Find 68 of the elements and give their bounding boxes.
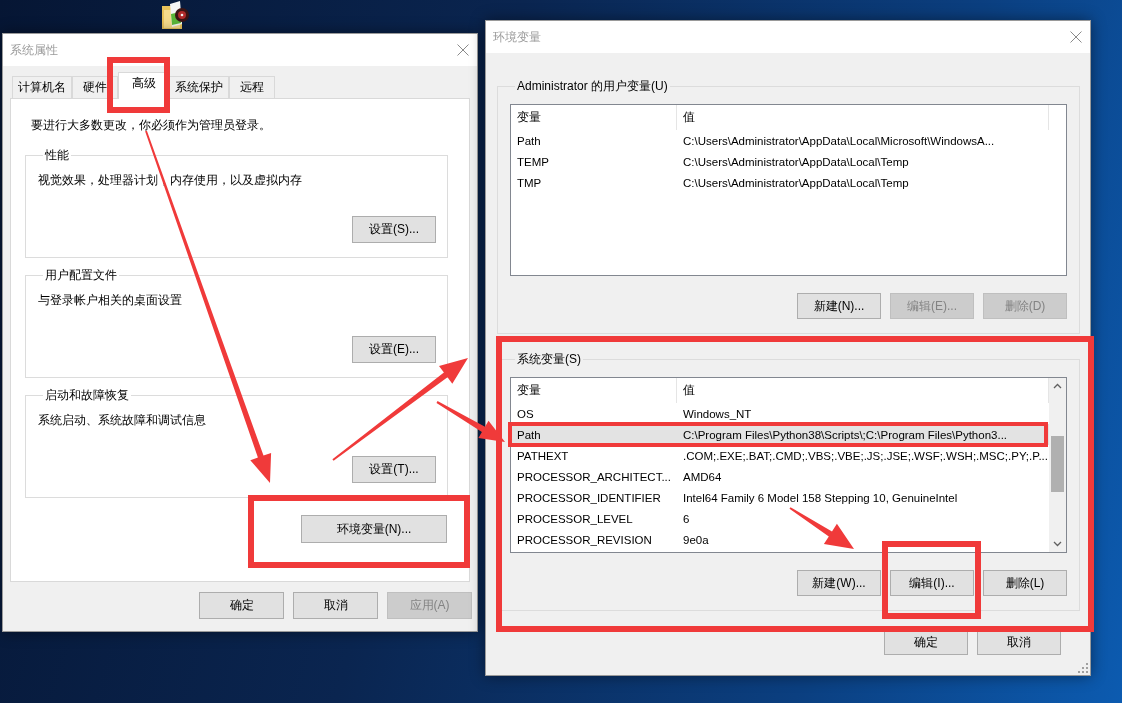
- variable-name: PATHEXT: [517, 448, 569, 463]
- tab[interactable]: 计算机名: [12, 76, 72, 98]
- variables-list[interactable]: 变量 值 Path C:\Users\Administrator\AppData\Local\Microsoft\WindowsA... TEMP C:\Users\Administrator\AppData\Local\Temp TMP C:\Users\Administrator\AppData\Local\Temp: [510, 104, 1067, 276]
- dialog-button[interactable]: 新建(N)...: [797, 293, 881, 319]
- close-icon: [457, 44, 469, 56]
- list-row[interactable]: OS Windows_NT: [511, 403, 1049, 424]
- variable-value: Windows_NT: [683, 406, 752, 421]
- variable-name: PROCESSOR_IDENTIFIER: [517, 490, 661, 505]
- variable-value: 9e0a: [683, 532, 709, 547]
- variable-name: Path: [517, 133, 541, 148]
- group-title: 启动和故障恢复: [44, 387, 130, 403]
- variable-value: C:\Users\Administrator\AppData\Local\Temp: [683, 175, 909, 190]
- list-row[interactable]: TEMP C:\Users\Administrator\AppData\Local\Temp: [511, 151, 1049, 172]
- dialog-button[interactable]: 新建(W)...: [797, 570, 881, 596]
- dialog-button[interactable]: 删除(L): [983, 570, 1067, 596]
- annotation-frame: [107, 57, 170, 113]
- column-header[interactable]: 变量: [511, 378, 677, 403]
- variables-list[interactable]: [510, 377, 1067, 553]
- variable-value: 6: [683, 511, 690, 526]
- group-description: 视觉效果，处理器计划，内存使用，以及虚拟内存: [38, 172, 302, 188]
- tab[interactable]: 系统保护: [169, 76, 229, 98]
- annotation-arrow: [789, 507, 854, 549]
- close-button[interactable]: [457, 44, 469, 56]
- variable-name: TEMP: [517, 154, 549, 169]
- group-title: 用户配置文件: [44, 267, 118, 283]
- list-row[interactable]: PROCESSOR_IDENTIFIER Intel64 Family 6 Model 158 Stepping 10, GenuineIntel: [511, 487, 1049, 508]
- group-description: 与登录帐户相关的桌面设置: [38, 292, 182, 308]
- close-icon: [1070, 31, 1082, 43]
- dialog-button[interactable]: 取消: [293, 592, 378, 619]
- variable-value: C:\Program Files\Python38\Scripts\;C:\Program Files\Python3...: [683, 427, 1008, 442]
- settings-button[interactable]: 设置(S)...: [352, 216, 436, 243]
- scrollbar[interactable]: [1049, 378, 1066, 552]
- list-row[interactable]: PATHEXT .COM;.EXE;.BAT;.CMD;.VBS;.VBE;.JS;.JSE;.WSF;.WSH;.MSC;.PY;.P...: [511, 445, 1049, 466]
- variable-value: .COM;.EXE;.BAT;.CMD;.VBS;.VBE;.JS;.JSE;.WSF;.WSH;.MSC;.PY;.P...: [683, 448, 1048, 463]
- window-title: 系统属性: [10, 41, 58, 59]
- settings-button[interactable]: 设置(E)...: [352, 336, 436, 363]
- folder-icon[interactable]: [160, 0, 190, 30]
- dialog-button[interactable]: 确定: [199, 592, 284, 619]
- column-header[interactable]: 值: [677, 105, 1049, 130]
- variable-value: C:\Users\Administrator\AppData\Local\Temp: [683, 154, 909, 169]
- notice-text: 要进行大多数更改，你必须作为管理员登录。: [31, 117, 271, 133]
- group-description: 系统启动、系统故障和调试信息: [38, 412, 206, 428]
- list-row[interactable]: PROCESSOR_REVISION 9e0a: [511, 529, 1049, 550]
- variable-name: Path: [517, 427, 541, 442]
- list-row[interactable]: TMP C:\Users\Administrator\AppData\Local\Temp: [511, 172, 1049, 193]
- tab[interactable]: 远程: [229, 76, 275, 98]
- group-title: Administrator 的用户变量(U): [516, 78, 669, 94]
- variable-name: PROCESSOR_ARCHITECT...: [517, 469, 671, 484]
- list-row[interactable]: PROCESSOR_LEVEL 6: [511, 508, 1049, 529]
- variable-value: Intel64 Family 6 Model 158 Stepping 10, GenuineIntel: [683, 490, 958, 505]
- variable-value: AMD64: [683, 469, 722, 484]
- group-title: 系统变量(S): [516, 351, 582, 367]
- scrollbar-thumb[interactable]: [1051, 436, 1064, 492]
- resize-grip-icon[interactable]: [1078, 663, 1088, 673]
- variable-name: PROCESSOR_REVISION: [517, 532, 652, 547]
- variable-value: C:\Users\Administrator\AppData\Local\Microsoft\WindowsA...: [683, 133, 995, 148]
- close-button[interactable]: [1070, 31, 1082, 43]
- list-row[interactable]: PROCESSOR_ARCHITECT... AMD64: [511, 466, 1049, 487]
- settings-button[interactable]: 设置(T)...: [352, 456, 436, 483]
- group-title: 性能: [44, 147, 70, 163]
- window-title: 环境变量: [493, 28, 541, 46]
- variable-name: TMP: [517, 175, 542, 190]
- list-row[interactable]: Path C:\Users\Administrator\AppData\Local\Microsoft\WindowsA...: [511, 130, 1049, 151]
- variable-name: PROCESSOR_LEVEL: [517, 511, 633, 526]
- variable-name: OS: [517, 406, 534, 421]
- column-header[interactable]: 变量: [511, 105, 677, 130]
- dialog-button[interactable]: 编辑(I)...: [890, 570, 974, 596]
- environment-variables-button[interactable]: 环境变量(N)...: [301, 515, 447, 543]
